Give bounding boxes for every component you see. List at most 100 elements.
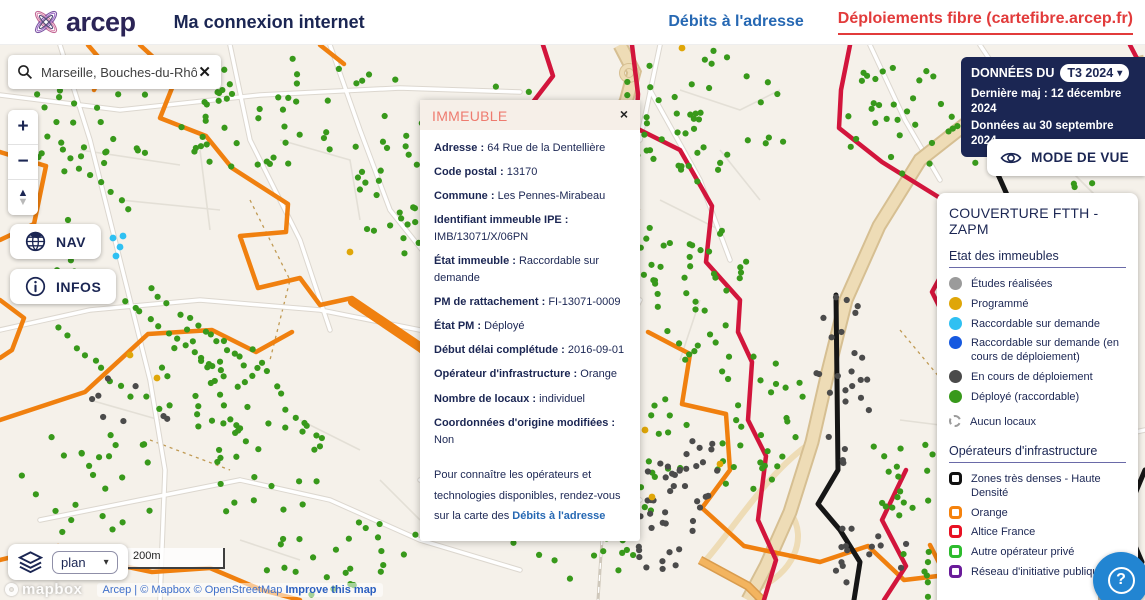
search-input[interactable] bbox=[41, 65, 197, 80]
orange-square-icon bbox=[949, 506, 962, 519]
legend-item-label: Réseau d'initiative publique bbox=[971, 565, 1105, 580]
arcep-logo[interactable]: arcep bbox=[28, 4, 136, 40]
eye-icon bbox=[1000, 150, 1022, 166]
legend-item: Zones très denses - Haute Densité bbox=[949, 472, 1126, 501]
mapbox-logo-icon bbox=[5, 583, 18, 596]
legend-item: Aucun locaux bbox=[949, 415, 1126, 430]
legend-item: Études réalisées bbox=[949, 277, 1126, 292]
legend-item-label: Aucun locaux bbox=[970, 415, 1036, 430]
search-box: ✕ bbox=[8, 55, 221, 89]
legend-item: Autre opérateur privé bbox=[949, 545, 1126, 560]
header-links: Débits à l'adresse Déploiements fibre (c… bbox=[668, 10, 1133, 35]
zoom-controls: + − ▲ ▼ bbox=[8, 110, 38, 215]
popup-field: État PM : Déployé bbox=[434, 318, 626, 335]
legend-item: Altice France bbox=[949, 525, 1126, 540]
attribution: mapbox Arcep | © Mapbox © OpenStreetMap … bbox=[0, 581, 383, 598]
basemap-select[interactable]: plan ▾ bbox=[52, 551, 118, 574]
mode-de-vue-label: MODE DE VUE bbox=[1031, 150, 1129, 165]
legend-item-label: Orange bbox=[971, 506, 1008, 521]
legend-item-label: Études réalisées bbox=[971, 277, 1052, 292]
basemap-select-value: plan bbox=[61, 555, 86, 570]
legend-item: Orange bbox=[949, 506, 1126, 521]
top-header: arcep Ma connexion internet Débits à l'a… bbox=[0, 0, 1145, 45]
legend-item-label: Raccordable sur demande (en cours de dép… bbox=[971, 336, 1126, 365]
page-title: Ma connexion internet bbox=[174, 12, 365, 33]
legend-item: En cours de déploiement bbox=[949, 370, 1126, 385]
gray-dot-icon bbox=[949, 277, 962, 290]
blue-dot-icon bbox=[949, 336, 962, 349]
zoom-out-button[interactable]: − bbox=[8, 145, 38, 180]
popup-header: IMMEUBLE × bbox=[420, 100, 640, 130]
last-update-text: Dernière maj : 12 décembre 2024 bbox=[971, 87, 1136, 117]
nav-button-label: NAV bbox=[56, 234, 86, 250]
legend-item: Raccordable sur demande (en cours de dép… bbox=[949, 336, 1126, 365]
layers-control: plan ▾ bbox=[8, 544, 128, 580]
legend-item-label: Programmé bbox=[971, 297, 1028, 312]
search-icon bbox=[17, 64, 33, 80]
popup-field: Code postal : 13170 bbox=[434, 164, 626, 181]
legend-section-operateurs: Opérateurs d'infrastructure bbox=[949, 444, 1126, 463]
popup-title: IMMEUBLE bbox=[432, 108, 508, 124]
link-debits-adresse[interactable]: Débits à l'adresse bbox=[668, 13, 803, 31]
legend-item: Raccordable sur demande bbox=[949, 317, 1126, 332]
mapbox-logo[interactable]: mapbox bbox=[5, 581, 83, 598]
attribution-text: Arcep | © Mapbox © OpenStreetMap Improve… bbox=[97, 583, 383, 597]
layers-icon bbox=[18, 550, 43, 574]
popup-field: Coordonnées d'origine modifiées : Non bbox=[434, 415, 626, 449]
black-square-icon bbox=[949, 472, 962, 485]
compass-button[interactable]: ▲ ▼ bbox=[8, 180, 38, 215]
legend-title: COUVERTURE FTTH - ZAPM bbox=[949, 205, 1126, 237]
debits-adresse-link[interactable]: Débits à l'adresse bbox=[512, 510, 605, 522]
globe-icon bbox=[25, 231, 46, 252]
popup-footer: Pour connaître les opérateurs et technol… bbox=[434, 465, 626, 528]
chevron-down-icon: ▾ bbox=[104, 557, 109, 568]
dashed-circle-icon bbox=[949, 415, 961, 427]
popup-body: Adresse : 64 Rue de la Dentellière Code p… bbox=[420, 130, 640, 541]
gold-dot-icon bbox=[949, 297, 962, 310]
attribution-links[interactable]: Arcep | © Mapbox © OpenStreetMap bbox=[103, 584, 286, 596]
data-period-label: DONNÉES DU bbox=[971, 66, 1054, 80]
popup-field: État immeuble : Raccordable sur demande bbox=[434, 253, 626, 287]
help-button[interactable]: ? bbox=[1093, 552, 1145, 600]
nav-button[interactable]: NAV bbox=[10, 224, 101, 259]
building-popup: IMMEUBLE × Adresse : 64 Rue de la Dentel… bbox=[420, 100, 640, 541]
popup-field: Identifiant immeuble IPE : IMB/13071/X/0… bbox=[434, 212, 626, 246]
chevron-down-icon: ▾ bbox=[1117, 68, 1122, 79]
legend-item-label: Altice France bbox=[971, 525, 1035, 540]
arcep-logo-icon bbox=[28, 4, 64, 40]
infos-button-label: INFOS bbox=[56, 279, 101, 295]
legend-item-label: Zones très denses - Haute Densité bbox=[971, 472, 1126, 501]
search-clear-icon[interactable]: ✕ bbox=[197, 63, 212, 81]
popup-field: PM de rattachement : FI-13071-0009 bbox=[434, 294, 626, 311]
popup-field: Adresse : 64 Rue de la Dentellière bbox=[434, 140, 626, 157]
legend-item-label: En cours de déploiement bbox=[971, 370, 1093, 385]
popup-field: Nombre de locaux : individuel bbox=[434, 391, 626, 408]
legend-item-label: Autre opérateur privé bbox=[971, 545, 1074, 560]
legend-item-label: Raccordable sur demande bbox=[971, 317, 1100, 332]
link-deploiements-fibre[interactable]: Déploiements fibre (cartefibre.arcep.fr) bbox=[838, 10, 1133, 35]
period-select-value: T3 2024 bbox=[1067, 66, 1113, 80]
scale-bar: 200m bbox=[125, 548, 225, 569]
popup-fields: Adresse : 64 Rue de la Dentellière Code p… bbox=[434, 140, 626, 449]
legend-item-label: Déployé (raccordable) bbox=[971, 390, 1079, 405]
zoom-in-button[interactable]: + bbox=[8, 110, 38, 145]
mode-de-vue-button[interactable]: MODE DE VUE bbox=[987, 139, 1145, 176]
infos-button[interactable]: INFOS bbox=[10, 269, 116, 304]
green-square-icon bbox=[949, 545, 962, 558]
legend-item: Programmé bbox=[949, 297, 1126, 312]
question-icon: ? bbox=[1108, 567, 1135, 594]
darkgray-dot-icon bbox=[949, 370, 962, 383]
arcep-logo-text: arcep bbox=[66, 7, 136, 38]
legend-panel: COUVERTURE FTTH - ZAPM Etat des immeuble… bbox=[937, 193, 1138, 600]
legend-etat-items: Études réalisées Programmé Raccordable sur… bbox=[949, 277, 1126, 430]
green-dot-icon bbox=[949, 390, 962, 403]
improve-map-link[interactable]: Improve this map bbox=[285, 584, 376, 596]
popup-field: Début délai complétude : 2016-09-01 bbox=[434, 342, 626, 359]
popup-field: Commune : Les Pennes-Mirabeau bbox=[434, 188, 626, 205]
triangle-down-icon: ▼ bbox=[18, 198, 29, 207]
popup-close-icon[interactable]: × bbox=[620, 108, 628, 120]
period-select[interactable]: T3 2024 ▾ bbox=[1060, 64, 1129, 82]
info-icon bbox=[25, 276, 46, 297]
legend-section-etat: Etat des immeubles bbox=[949, 249, 1126, 268]
popup-field: Opérateur d'infrastructure : Orange bbox=[434, 366, 626, 383]
